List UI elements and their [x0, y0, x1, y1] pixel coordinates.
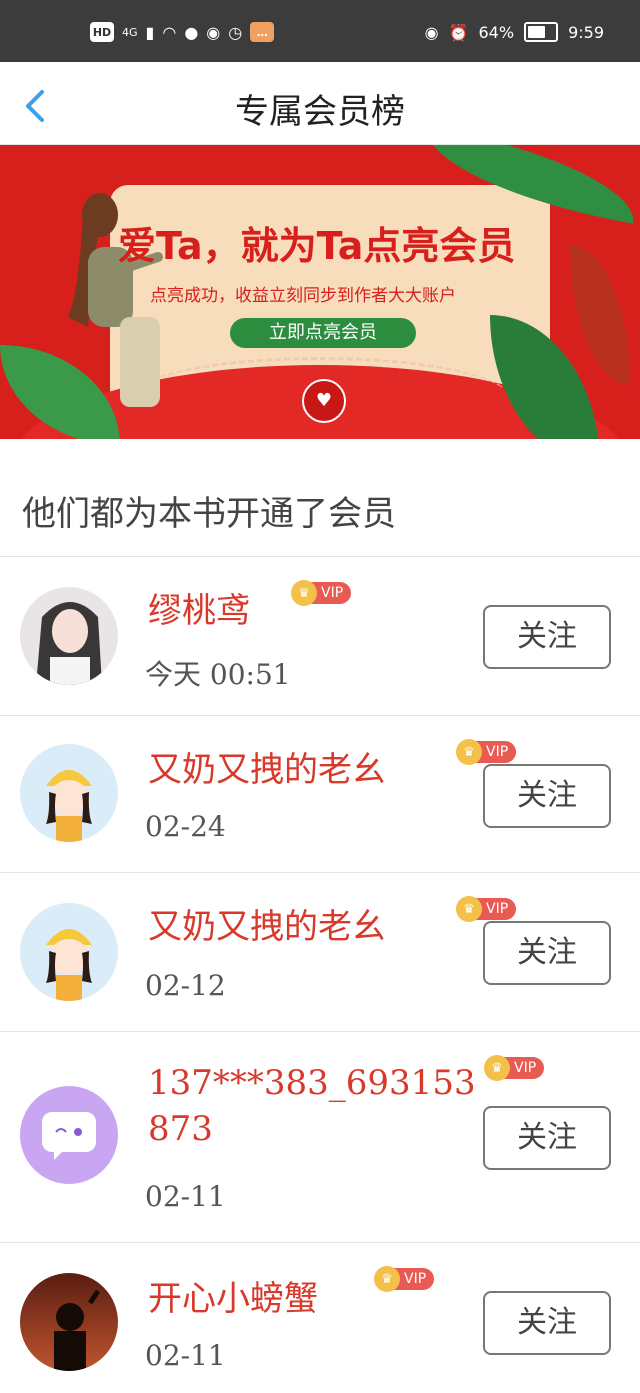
- vip-badge: ♛ VIP: [374, 1266, 435, 1292]
- network-type-indicator: 4G: [122, 25, 138, 39]
- follow-button[interactable]: 关注: [483, 1106, 611, 1170]
- avatar[interactable]: [20, 744, 118, 842]
- section-title: 他们都为本书开通了会员: [22, 494, 396, 534]
- alarm-icon: ⏰: [448, 22, 469, 42]
- eye-icon: ◉: [424, 22, 439, 42]
- member-date: 02-12: [145, 969, 226, 1002]
- clock-time: 9:59: [568, 22, 604, 42]
- list-item[interactable]: 缪桃鸢 ♛ VIP 今天 00:51 关注: [0, 556, 640, 715]
- clock-app-icon: ◷: [228, 22, 243, 42]
- list-item[interactable]: 开心小螃蟹 ♛ VIP 02-11 关注: [0, 1242, 640, 1393]
- avatar[interactable]: [20, 1273, 118, 1371]
- status-right-icons: ◉ ⏰ 64% 9:59: [425, 22, 604, 42]
- follow-button[interactable]: 关注: [483, 1291, 611, 1355]
- crown-icon: ♛: [291, 580, 317, 606]
- member-date: 02-11: [145, 1180, 226, 1213]
- member-name[interactable]: 137***383_693153873: [148, 1060, 488, 1152]
- member-name[interactable]: 开心小螃蟹: [148, 1271, 318, 1320]
- avatar[interactable]: [20, 903, 118, 1001]
- list-item[interactable]: 又奶又拽的老幺 ♛ VIP 02-24 关注: [0, 715, 640, 872]
- avatar[interactable]: [20, 1086, 118, 1184]
- message-app-icon: …: [250, 22, 275, 42]
- avatar-image: [20, 903, 118, 1001]
- list-item[interactable]: 137***383_693153873 ♛ VIP 02-11 关注: [0, 1031, 640, 1242]
- follow-button[interactable]: 关注: [483, 605, 611, 669]
- title-bar: 专属会员榜: [0, 62, 640, 145]
- member-name[interactable]: 缪桃鸢: [148, 583, 250, 632]
- promo-banner[interactable]: 爱Ta，就为Ta点亮会员 点亮成功，收益立刻同步到作者大大账户 立即点亮会员 ♥: [0, 145, 640, 439]
- crown-icon: ♛: [374, 1266, 400, 1292]
- avatar[interactable]: [20, 587, 118, 685]
- battery-percent: 64%: [478, 22, 515, 42]
- heart-seal-icon: ♥: [302, 379, 346, 423]
- avatar-image: [20, 587, 118, 685]
- banner-headline: 爱Ta，就为Ta点亮会员: [118, 224, 516, 268]
- vip-badge: ♛ VIP: [456, 896, 517, 922]
- app-icon: ◉: [206, 22, 221, 42]
- leaf-decoration: [570, 245, 630, 385]
- member-date: 今天 00:51: [145, 658, 291, 691]
- follow-button[interactable]: 关注: [483, 764, 611, 828]
- list-item[interactable]: 又奶又拽的老幺 ♛ VIP 02-12 关注: [0, 872, 640, 1031]
- follow-button[interactable]: 关注: [483, 921, 611, 985]
- crown-icon: ♛: [484, 1055, 510, 1081]
- page-title: 专属会员榜: [235, 92, 405, 132]
- avatar-image: [20, 1273, 118, 1371]
- crown-icon: ♛: [456, 739, 482, 765]
- battery-fill: [528, 26, 545, 38]
- hd-indicator: HD: [90, 22, 114, 42]
- vip-badge: ♛ VIP: [291, 580, 352, 606]
- crown-icon: ♛: [456, 896, 482, 922]
- wifi-icon: ◠: [162, 22, 177, 42]
- member-name[interactable]: 又奶又拽的老幺: [148, 899, 386, 948]
- signal-icon: ▮: [145, 22, 155, 42]
- battery-icon: [524, 22, 559, 42]
- member-name[interactable]: 又奶又拽的老幺: [148, 742, 386, 791]
- avatar-image: [20, 1086, 118, 1184]
- avatar-image: [20, 744, 118, 842]
- member-list: 缪桃鸢 ♛ VIP 今天 00:51 关注 又奶又拽的老幺 ♛ VIP 02-2…: [0, 556, 640, 1393]
- wechat-icon: ●: [184, 22, 199, 42]
- activate-membership-button[interactable]: 立即点亮会员: [230, 318, 416, 348]
- status-bar: HD 4G ▮ ◠ ● ◉ ◷ … ◉ ⏰ 64% 9:59: [0, 0, 640, 62]
- member-date: 02-11: [145, 1339, 226, 1372]
- vip-badge: ♛ VIP: [484, 1055, 545, 1081]
- status-left-icons: HD 4G ▮ ◠ ● ◉ ◷ …: [90, 22, 275, 42]
- member-date: 02-24: [145, 810, 226, 843]
- vip-badge: ♛ VIP: [456, 739, 517, 765]
- banner-subtext: 点亮成功，收益立刻同步到作者大大账户: [150, 286, 456, 306]
